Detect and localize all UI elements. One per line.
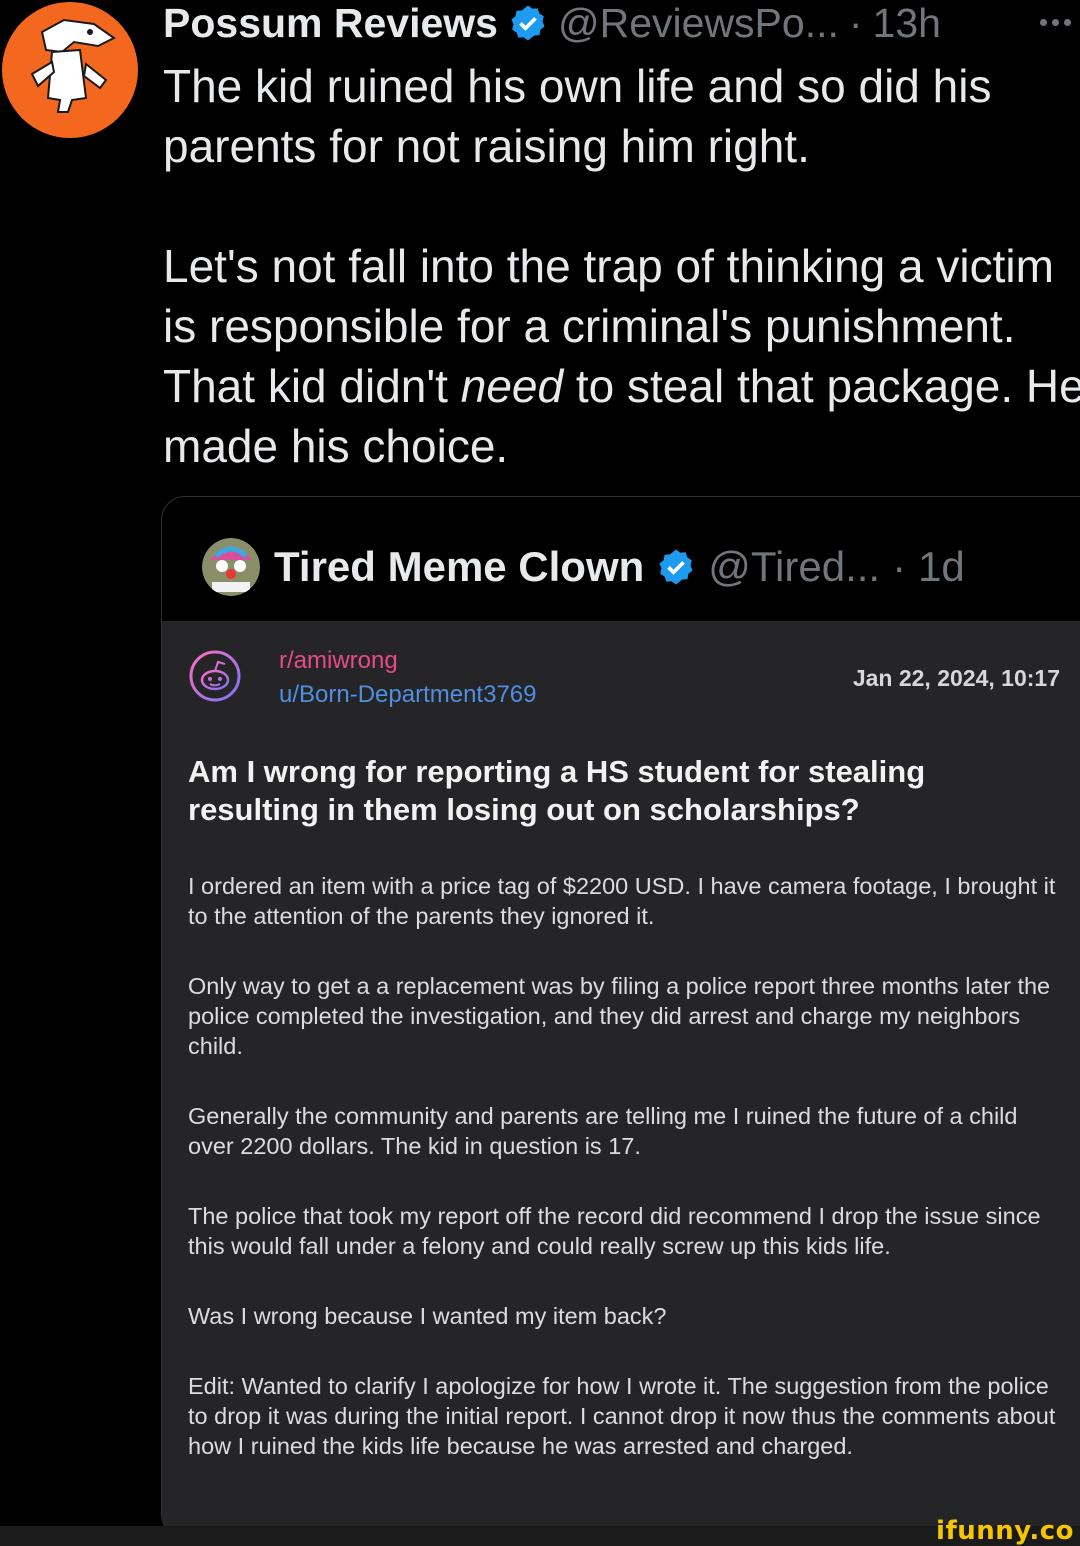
subreddit-name: r/amiwrong <box>279 647 398 674</box>
post-paragraph: Was I wrong because I wanted my item bac… <box>188 1303 667 1329</box>
reddit-icon <box>189 650 241 702</box>
tweet-text: The kid ruined his own life and so did h… <box>163 56 1080 476</box>
quote-header: Tired Meme Clown @Tired... · 1d <box>202 538 965 596</box>
reddit-post-screenshot[interactable]: r/amiwrong u/Born-Department3769 Jan 22,… <box>162 621 1080 1537</box>
verified-badge-icon <box>511 5 545 41</box>
post-date: Jan 22, 2024, 10:17 <box>852 665 1060 691</box>
more-options-icon[interactable] <box>1040 10 1080 34</box>
separator-dot: · <box>848 0 863 46</box>
verified-badge-icon <box>659 549 693 585</box>
tweet-paragraph: Let's not fall into the trap of thinking… <box>163 236 1080 476</box>
avatar[interactable] <box>202 538 260 596</box>
post-paragraph: The police that took my report off the r… <box>188 1203 1041 1259</box>
tweet-paragraph: The kid ruined his own life and so did h… <box>163 60 992 172</box>
display-name[interactable]: Possum Reviews <box>163 0 498 46</box>
separator-dot: · <box>892 543 907 590</box>
ifunny-watermark: ifunny.co <box>936 1516 1074 1546</box>
post-username: u/Born-Department3769 <box>279 681 537 708</box>
quoted-tweet-card[interactable]: Tired Meme Clown @Tired... · 1d r/amiwro… <box>161 496 1080 1538</box>
post-paragraph: I ordered an item with a price tag of $2… <box>188 873 1056 929</box>
possum-avatar-icon <box>30 18 116 113</box>
post-paragraph: Only way to get a a replacement was by f… <box>188 973 1051 1059</box>
timestamp[interactable]: 1d <box>918 543 965 591</box>
tweet-text-emphasis: need <box>460 360 564 412</box>
display-name[interactable]: Tired Meme Clown <box>274 543 644 591</box>
clown-avatar-icon <box>202 538 260 596</box>
post-title: Am I wrong for reporting a HS student fo… <box>188 754 926 827</box>
handle[interactable]: @ReviewsPo... <box>558 0 839 46</box>
handle[interactable]: @Tired... <box>708 543 880 591</box>
watermark-bar <box>0 1526 1080 1546</box>
avatar[interactable] <box>2 2 138 138</box>
timestamp[interactable]: 13h <box>873 0 941 46</box>
post-paragraph: Generally the community and parents are … <box>188 1103 1018 1159</box>
tweet-header: Possum Reviews @ReviewsPo... · 13h <box>163 0 941 46</box>
post-body: I ordered an item with a price tag of $2… <box>188 871 1068 1501</box>
post-paragraph: Edit: Wanted to clarify I apologize for … <box>188 1373 1056 1459</box>
